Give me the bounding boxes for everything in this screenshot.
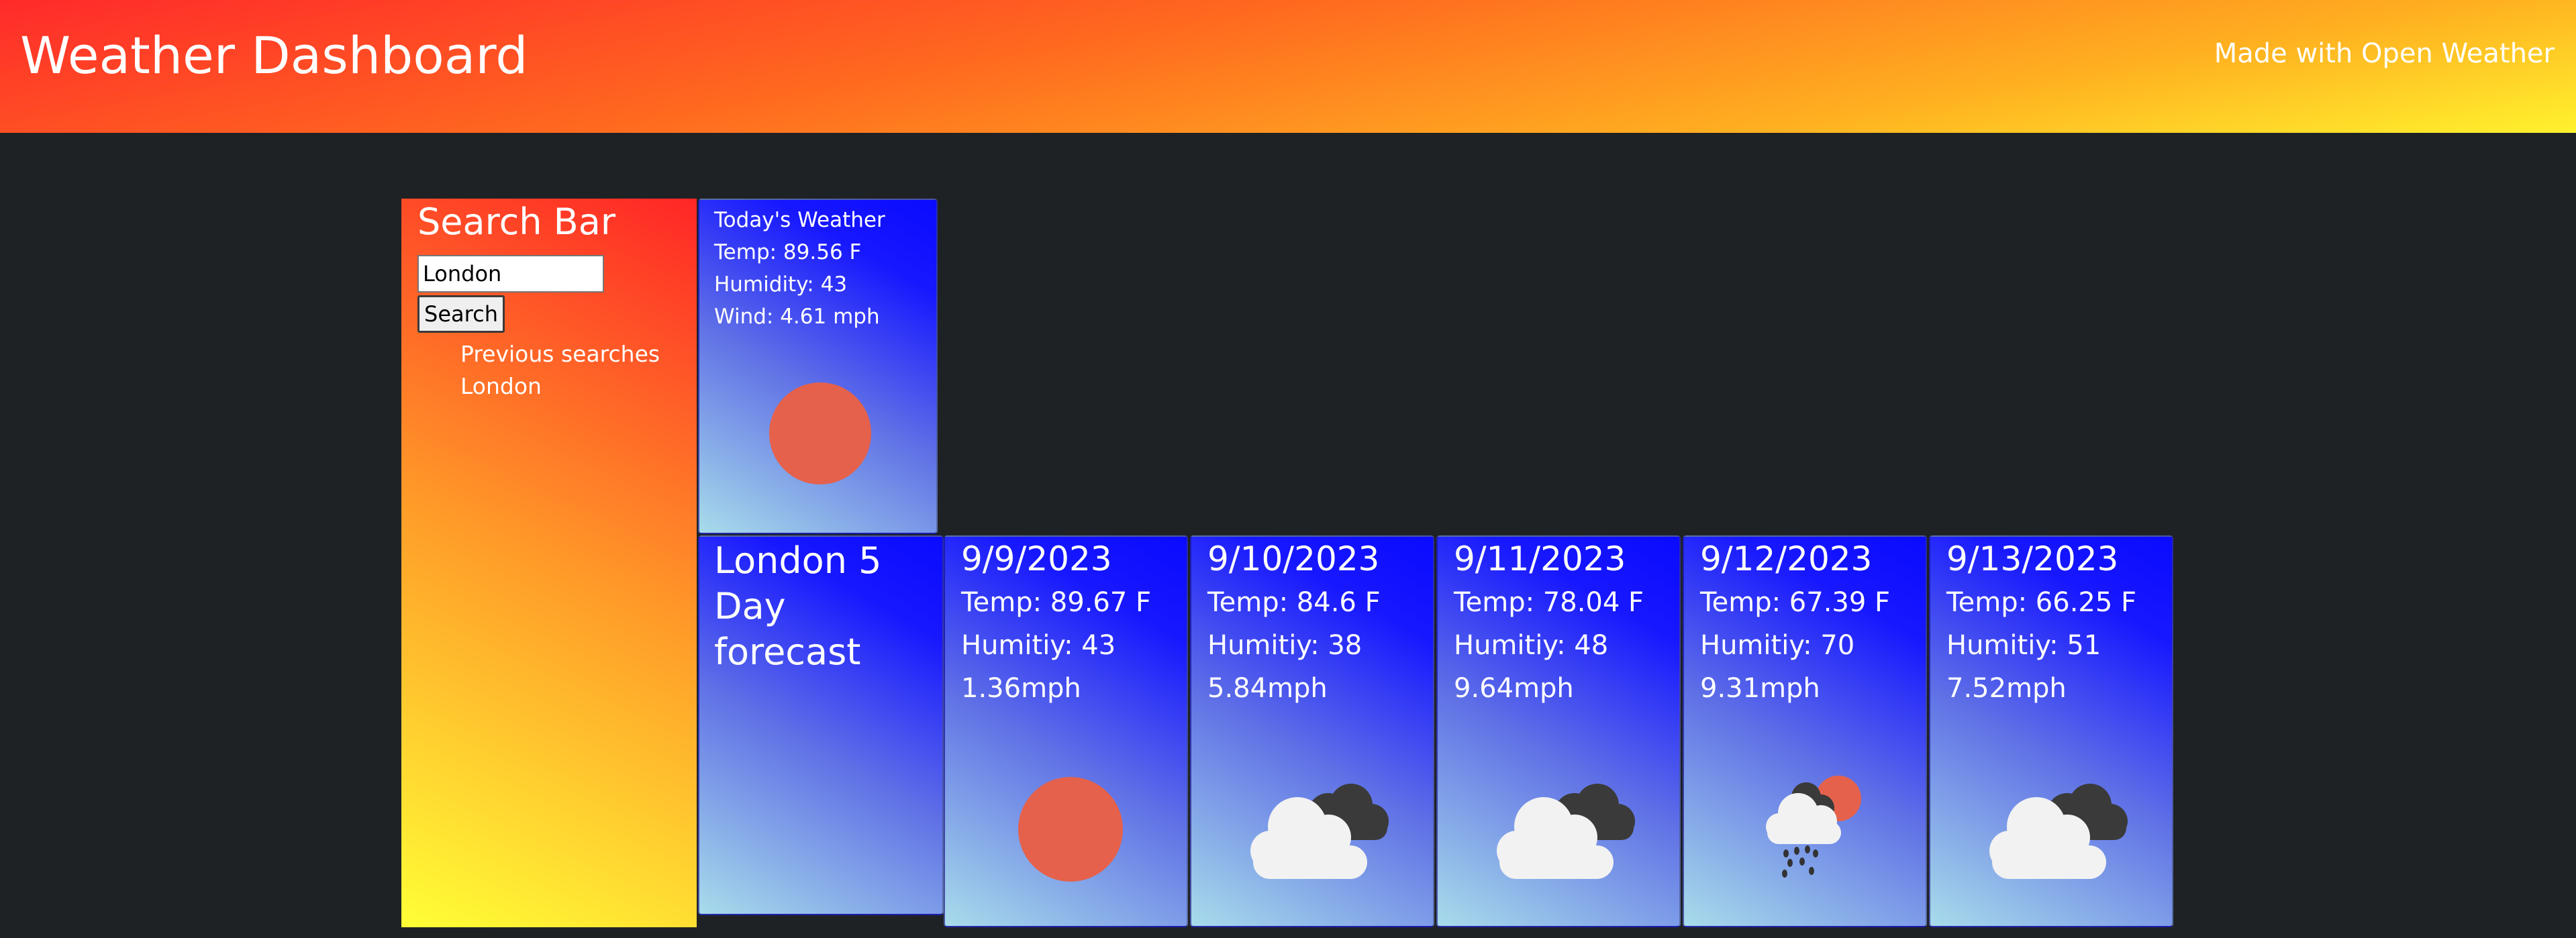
today-temp: Temp: 89.56 F (714, 240, 862, 264)
forecast-wind: 9.64mph (1454, 673, 1574, 704)
forecast-humidity: Humitiy: 38 (1207, 630, 1363, 661)
forecast-wind: 5.84mph (1207, 673, 1328, 704)
sun-icon (993, 765, 1148, 886)
rain-sun-icon (1732, 765, 1887, 886)
todays-weather-card: Today's Weather Temp: 89.56 F Humidity: … (698, 199, 938, 534)
search-history-heading: Previous searches (460, 341, 660, 367)
forecast-temp: Temp: 84.6 F (1207, 587, 1381, 618)
forecast-title-card: London 5 Day forecast (698, 535, 944, 915)
forecast-temp: Temp: 89.67 F (961, 587, 1152, 618)
forecast-wind: 9.31mph (1700, 673, 1820, 704)
city-search-input[interactable] (417, 255, 604, 293)
todays-weather-heading: Today's Weather (714, 208, 885, 232)
search-sidebar: Search Bar Search Previous searches Lond… (401, 199, 697, 927)
forecast-wind: 1.36mph (961, 673, 1081, 704)
forecast-date: 9/11/2023 (1454, 539, 1626, 578)
forecast-date: 9/10/2023 (1207, 539, 1380, 578)
forecast-day-card: 9/13/2023 Temp: 66.25 F Humitiy: 51 7.52… (1929, 535, 2173, 927)
forecast-title: London 5 Day forecast (714, 539, 882, 673)
page-header: Weather Dashboard Made with Open Weather (0, 0, 2576, 133)
today-humidity: Humidity: 43 (714, 272, 848, 297)
forecast-humidity: Humitiy: 48 (1454, 630, 1609, 661)
search-button[interactable]: Search (417, 295, 505, 333)
sun-icon (769, 382, 871, 484)
clouds-icon (1240, 765, 1394, 886)
forecast-day-card: 9/11/2023 Temp: 78.04 F Humitiy: 48 9.64… (1436, 535, 1681, 927)
forecast-humidity: Humitiy: 43 (961, 630, 1116, 661)
clouds-icon (1486, 765, 1640, 886)
forecast-date: 9/9/2023 (961, 539, 1112, 578)
search-history-item[interactable]: London (460, 370, 660, 403)
sidebar-title: Search Bar (417, 201, 616, 243)
forecast-day-card: 9/12/2023 Temp: 67.39 F Humitiy: 70 9.31… (1683, 535, 1927, 927)
forecast-humidity: Humitiy: 70 (1700, 630, 1855, 661)
forecast-humidity: Humitiy: 51 (1946, 630, 2101, 661)
forecast-temp: Temp: 67.39 F (1700, 587, 1891, 618)
forecast-date: 9/12/2023 (1700, 539, 1873, 578)
forecast-day-card: 9/10/2023 Temp: 84.6 F Humitiy: 38 5.84m… (1190, 535, 1434, 927)
forecast-wind: 7.52mph (1946, 673, 2067, 704)
forecast-temp: Temp: 66.25 F (1946, 587, 2137, 618)
search-history-list: Previous searches London (460, 338, 660, 403)
clouds-icon (1979, 765, 2133, 886)
forecast-temp: Temp: 78.04 F (1454, 587, 1644, 618)
forecast-date: 9/13/2023 (1946, 539, 2119, 578)
forecast-day-card: 9/9/2023 Temp: 89.67 F Humitiy: 43 1.36m… (944, 535, 1188, 927)
today-wind: Wind: 4.61 mph (714, 305, 880, 329)
page-title: Weather Dashboard (20, 25, 528, 85)
header-credit: Made with Open Weather (2214, 38, 2555, 69)
